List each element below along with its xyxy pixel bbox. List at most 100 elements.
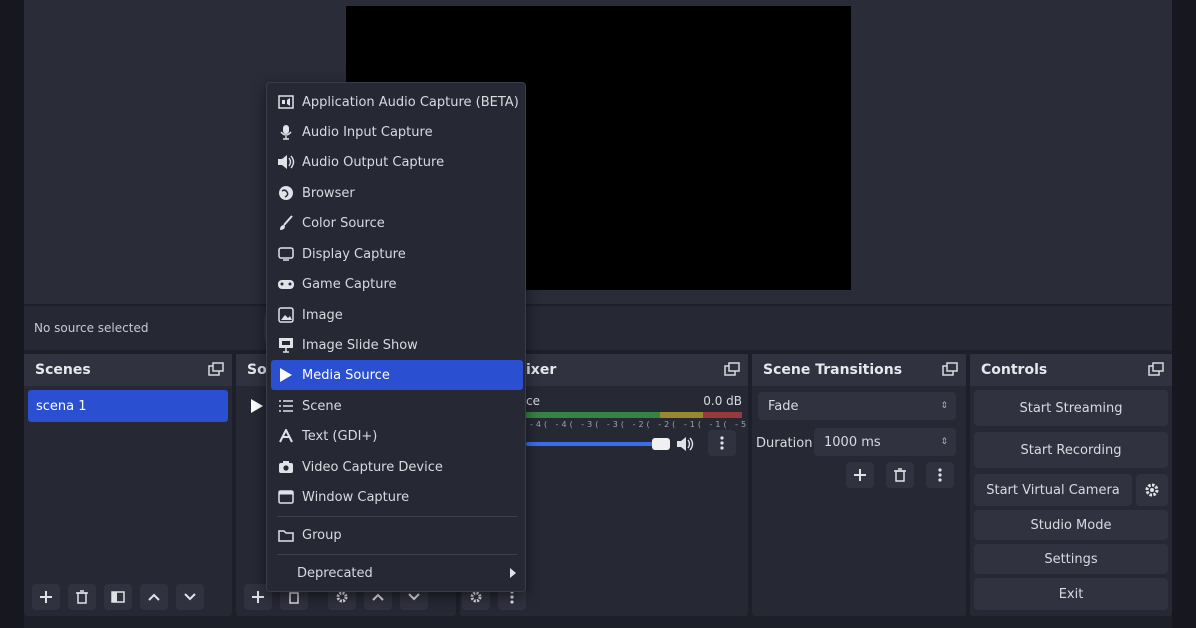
menu-item-label: Window Capture [302, 489, 410, 505]
undock-icon[interactable] [942, 362, 958, 376]
mixer-channel-menu-button[interactable] [708, 430, 736, 456]
play-icon [277, 366, 295, 384]
menu-item-label: Game Capture [302, 276, 397, 292]
controls-title: Controls [970, 354, 1172, 386]
chevron-down-icon [184, 593, 196, 601]
scenes-dock: Scenes scena 1 [24, 354, 232, 616]
monitor-icon [277, 245, 295, 263]
controls-dock: Controls Start Streaming Start Recording… [970, 354, 1172, 616]
meter-ticks: -4( -4( -3( -3( -2( -2( -1( -1( -5 -0 [530, 420, 769, 429]
kebab-menu-icon [720, 436, 724, 450]
right-edge [1172, 0, 1196, 628]
speaker-icon [277, 153, 295, 171]
menu-item-image-slide-show[interactable]: Image Slide Show [271, 330, 523, 360]
remove-transition-button[interactable] [886, 462, 914, 488]
list-icon [277, 397, 295, 415]
menu-item-display-capture[interactable]: Display Capture [271, 239, 523, 269]
menu-item-media-source[interactable]: Media Source [271, 360, 523, 390]
menu-separator [277, 516, 517, 517]
globe-icon [277, 184, 295, 202]
gear-icon [470, 591, 482, 603]
menu-item-scene[interactable]: Scene [271, 391, 523, 421]
transitions-toolbar [846, 462, 954, 488]
start-virtual-camera-button[interactable]: Start Virtual Camera [974, 474, 1132, 506]
scenes-title-text: Scenes [35, 362, 91, 378]
start-recording-button[interactable]: Start Recording [974, 432, 1168, 468]
submenu-arrow-icon [510, 568, 516, 578]
menu-item-color-source[interactable]: Color Source [271, 208, 523, 238]
menu-item-label: Text (GDI+) [302, 428, 378, 444]
start-streaming-button[interactable]: Start Streaming [974, 390, 1168, 426]
sources-title-text: So [247, 362, 267, 378]
menu-item-video-capture-device[interactable]: Video Capture Device [271, 452, 523, 482]
transition-menu-button[interactable] [926, 462, 954, 488]
menu-item-label: Media Source [302, 367, 390, 383]
undock-icon[interactable] [724, 362, 740, 376]
scenes-toolbar [32, 584, 204, 610]
exit-label: Exit [1058, 586, 1084, 602]
virtual-camera-settings-button[interactable] [1136, 474, 1168, 506]
transition-select[interactable]: Fade ⇕ [758, 392, 956, 420]
settings-button[interactable]: Settings [974, 544, 1168, 574]
duration-spinbox[interactable]: 1000 ms ⇕ [814, 428, 956, 456]
menu-item-browser[interactable]: Browser [271, 178, 523, 208]
move-scene-up-button[interactable] [140, 584, 168, 610]
trash-icon [894, 468, 906, 482]
menu-item-application-audio-capture[interactable]: Application Audio Capture (BETA) [271, 87, 523, 117]
menu-item-deprecated[interactable]: Deprecated [271, 558, 523, 588]
mixer-title-text: ixer [526, 362, 557, 378]
trash-icon [76, 590, 88, 604]
menu-item-image[interactable]: Image [271, 300, 523, 330]
menu-item-label: Image [302, 307, 343, 323]
duration-label: Duration [756, 436, 813, 451]
speaker-icon[interactable] [676, 436, 694, 452]
scene-item[interactable]: scena 1 [28, 390, 228, 422]
transitions-title: Scene Transitions [752, 354, 966, 386]
duration-value: 1000 ms [824, 434, 881, 450]
menu-item-window-capture[interactable]: Window Capture [271, 482, 523, 512]
undock-icon[interactable] [1148, 362, 1164, 376]
chevron-up-icon [148, 593, 160, 601]
brush-icon [277, 214, 295, 232]
left-edge [0, 0, 24, 628]
volume-slider-handle[interactable] [652, 438, 670, 450]
start-recording-label: Start Recording [1020, 442, 1122, 458]
transitions-title-text: Scene Transitions [763, 362, 903, 378]
folder-icon [277, 526, 295, 544]
scene-item-label: scena 1 [36, 398, 87, 414]
menu-item-game-capture[interactable]: Game Capture [271, 269, 523, 299]
preview-area [24, 0, 1172, 304]
text-icon [277, 427, 295, 445]
obs-main-window: No source selected Scenes scena 1 So ixe… [0, 0, 1196, 628]
volume-slider[interactable] [526, 442, 668, 446]
menu-item-label: Audio Input Capture [302, 124, 433, 140]
remove-scene-button[interactable] [68, 584, 96, 610]
slideshow-icon [277, 336, 295, 354]
studio-mode-button[interactable]: Studio Mode [974, 510, 1168, 540]
menu-item-group[interactable]: Group [271, 520, 523, 550]
select-arrows-icon: ⇕ [940, 401, 948, 411]
chevron-down-icon [408, 593, 420, 601]
window-icon [277, 488, 295, 506]
menu-item-text-gdi[interactable]: Text (GDI+) [271, 421, 523, 451]
menu-item-label: Scene [302, 398, 342, 414]
menu-item-label: Video Capture Device [302, 459, 443, 475]
menu-separator [277, 554, 517, 555]
undock-icon[interactable] [208, 362, 224, 376]
scene-filters-button[interactable] [104, 584, 132, 610]
menu-item-audio-output-capture[interactable]: Audio Output Capture [271, 147, 523, 177]
menu-item-label: Image Slide Show [302, 337, 418, 353]
transition-select-value: Fade [768, 398, 799, 414]
add-source-context-menu: Application Audio Capture (BETA) Audio I… [266, 82, 526, 592]
plus-icon [854, 469, 866, 481]
trash-icon [289, 592, 299, 604]
menu-item-audio-input-capture[interactable]: Audio Input Capture [271, 117, 523, 147]
spin-arrows-icon[interactable]: ⇕ [940, 437, 948, 447]
gamepad-icon [277, 275, 295, 293]
move-scene-down-button[interactable] [176, 584, 204, 610]
status-bar [24, 616, 1172, 628]
add-transition-button[interactable] [846, 462, 874, 488]
app-audio-icon [277, 93, 295, 111]
add-scene-button[interactable] [32, 584, 60, 610]
exit-button[interactable]: Exit [974, 578, 1168, 610]
